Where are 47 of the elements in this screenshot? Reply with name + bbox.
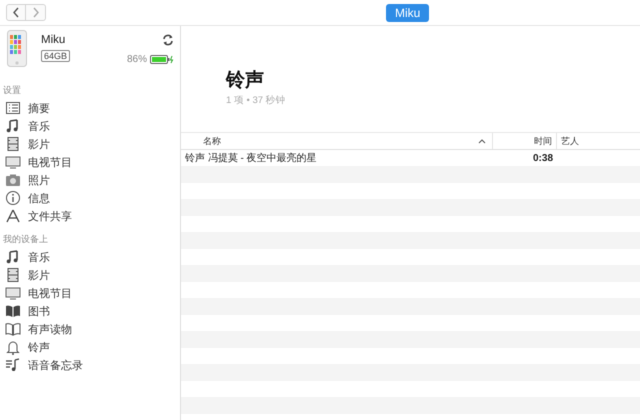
sidebar-item[interactable]: 有声读物 bbox=[0, 320, 180, 338]
open-book-icon bbox=[5, 321, 21, 337]
app-store-icon bbox=[5, 208, 21, 224]
table-cell-text: 铃声 冯提莫 - 夜空中最亮的星 bbox=[184, 152, 318, 165]
info-icon bbox=[5, 190, 21, 206]
chevron-right-icon bbox=[32, 7, 40, 18]
music-note-icon bbox=[5, 118, 21, 134]
sidebar-item[interactable]: 音乐 bbox=[0, 248, 180, 266]
sidebar-item[interactable]: 信息 bbox=[0, 189, 180, 207]
phone-icon bbox=[7, 30, 27, 67]
sidebar-item[interactable]: 电视节目 bbox=[0, 284, 180, 302]
section-heading: 我的设备上 bbox=[2, 233, 49, 246]
column-header[interactable]: 名称 bbox=[181, 133, 493, 149]
sidebar-item[interactable]: 语音备忘录 bbox=[0, 356, 180, 374]
tv-icon bbox=[5, 154, 21, 170]
battery-charging-icon bbox=[150, 55, 174, 64]
camera-icon bbox=[5, 172, 21, 188]
section-heading: 设置 bbox=[2, 84, 22, 97]
sidebar-item[interactable]: 摘要 bbox=[0, 99, 180, 117]
tv-icon bbox=[5, 285, 21, 301]
device-name: Miku bbox=[41, 34, 66, 46]
chevron-left-icon bbox=[12, 7, 20, 18]
film-icon bbox=[5, 136, 21, 152]
page-title: 铃声 bbox=[226, 70, 265, 92]
sidebar-item[interactable]: 影片 bbox=[0, 135, 180, 153]
music-note-icon bbox=[5, 249, 21, 265]
bell-icon bbox=[5, 339, 21, 355]
sort-caret-icon bbox=[478, 138, 486, 144]
column-header[interactable]: 时间 bbox=[493, 133, 557, 149]
table-cell-text: 0:38 bbox=[532, 152, 554, 164]
summary-text: 1 项 • 37 秒钟 bbox=[226, 94, 287, 107]
sidebar-item[interactable]: 电视节目 bbox=[0, 153, 180, 171]
sidebar-item[interactable]: 图书 bbox=[0, 302, 180, 320]
sidebar-item[interactable]: 影片 bbox=[0, 266, 180, 284]
capacity-label: 64GB bbox=[41, 50, 70, 62]
sidebar-item[interactable]: 音乐 bbox=[0, 117, 180, 135]
sidebar-item[interactable]: 文件共享 bbox=[0, 207, 180, 225]
voice-memo-icon bbox=[5, 357, 21, 373]
film-icon bbox=[5, 267, 21, 283]
sidebar-item[interactable]: 照片 bbox=[0, 171, 180, 189]
book-icon bbox=[5, 303, 21, 319]
battery-percentage: 86% bbox=[126, 54, 147, 65]
sync-icon[interactable] bbox=[162, 34, 174, 46]
sidebar-item[interactable]: 铃声 bbox=[0, 338, 180, 356]
column-header[interactable]: 艺人 bbox=[557, 133, 640, 149]
list-icon bbox=[5, 100, 21, 116]
back-button[interactable] bbox=[6, 4, 26, 21]
